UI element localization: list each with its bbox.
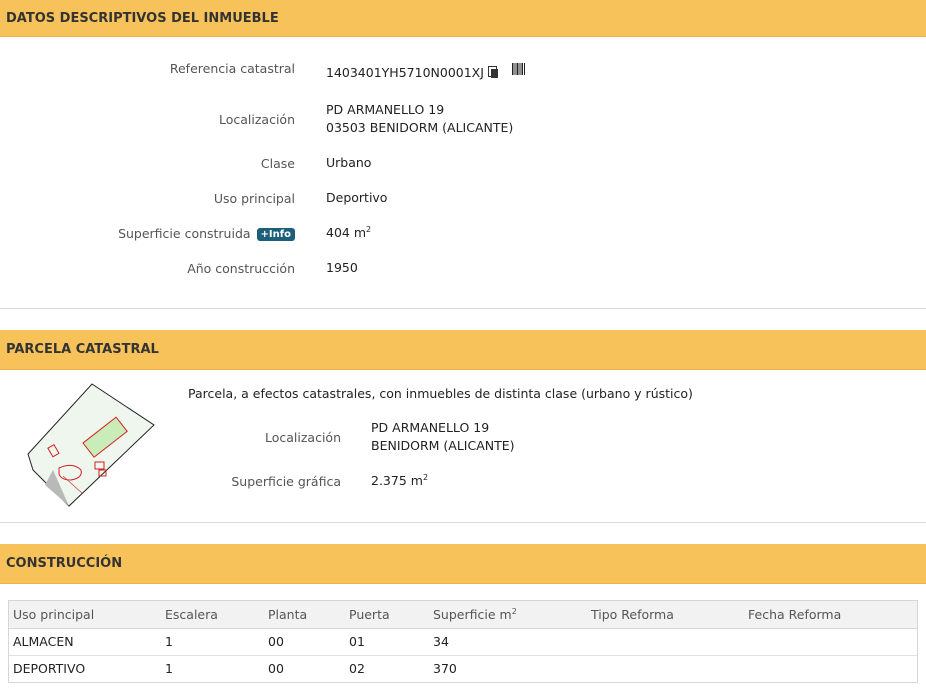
cell-tipo-reforma — [587, 628, 744, 656]
ref-label: Referencia catastral — [169, 61, 295, 76]
parcela-sup-label: Superficie gráfica — [231, 474, 341, 489]
col-header-fecha-reforma: Fecha Reforma — [744, 601, 917, 629]
construccion-table: Uso principal Escalera Planta Puerta Sup… — [8, 600, 918, 683]
sup-value: 404 m2 — [326, 224, 371, 242]
section-header-parcela: PARCELA CATASTRAL — [0, 330, 926, 370]
section-header-construccion: CONSTRUCCIÓN — [0, 544, 926, 584]
copy-icon[interactable] — [487, 66, 499, 78]
parcela-sup-text: 2.375 m — [371, 473, 423, 488]
table-row: ALMACEN 1 00 01 34 — [9, 628, 917, 656]
section-header-datos: DATOS DESCRIPTIVOS DEL INMUEBLE — [0, 0, 926, 37]
clase-label: Clase — [260, 156, 295, 171]
cell-superficie: 34 — [429, 628, 587, 656]
parcela-description: Parcela, a efectos catastrales, con inmu… — [188, 386, 693, 401]
parcela-sup-value: 2.375 m2 — [371, 472, 428, 490]
col-header-escalera: Escalera — [161, 601, 264, 629]
parcel-map[interactable] — [25, 380, 157, 510]
loc-value: PD ARMANELLO 19 03503 BENIDORM (ALICANTE… — [326, 101, 513, 137]
col-header-uso: Uso principal — [9, 601, 161, 629]
col-header-tipo-reforma: Tipo Reforma — [587, 601, 744, 629]
table-row: DEPORTIVO 1 00 02 370 — [9, 655, 917, 682]
section1-divider — [0, 308, 926, 309]
section-title-datos: DATOS DESCRIPTIVOS DEL INMUEBLE — [6, 10, 279, 26]
cell-uso: DEPORTIVO — [13, 661, 86, 677]
section2-divider — [0, 522, 926, 523]
loc-label: Localización — [218, 112, 295, 127]
parcela-loc-line1: PD ARMANELLO 19 — [371, 420, 490, 435]
sup-unit-exponent: 2 — [366, 224, 372, 234]
ref-value: 1403401YH5710N0001XJ — [326, 64, 499, 82]
clase-value: Urbano — [326, 155, 372, 170]
parcela-sup-exponent: 2 — [422, 472, 429, 482]
cell-planta: 00 — [264, 628, 345, 656]
col-header-superficie: Superficie m2 — [429, 601, 587, 629]
cell-escalera: 1 — [161, 628, 264, 656]
cell-puerta: 01 — [345, 628, 429, 656]
cell-fecha-reforma — [744, 655, 917, 682]
col-header-puerta: Puerta — [345, 601, 429, 629]
cell-superficie: 370 — [433, 661, 457, 677]
parcela-loc-value: PD ARMANELLO 19 BENIDORM (ALICANTE) — [371, 419, 515, 455]
parcela-loc-line2: BENIDORM (ALICANTE) — [371, 438, 515, 453]
barcode-icon[interactable] — [512, 63, 526, 75]
anio-label: Año construcción — [187, 261, 295, 276]
cell-fecha-reforma — [744, 628, 917, 656]
loc-line1: PD ARMANELLO 19 — [326, 102, 445, 117]
col-header-superficie-exponent: 2 — [511, 606, 517, 616]
table-header-row: Uso principal Escalera Planta Puerta Sup… — [9, 601, 917, 629]
uso-label: Uso principal — [213, 191, 295, 206]
sup-label-text: Superficie construida — [118, 226, 251, 241]
uso-value: Deportivo — [326, 190, 388, 205]
sup-value-text: 404 m — [326, 225, 367, 240]
section-title-construccion: CONSTRUCCIÓN — [6, 556, 123, 571]
cell-tipo-reforma — [587, 655, 744, 682]
col-header-superficie-text: Superficie m — [433, 606, 512, 622]
anio-value: 1950 — [326, 260, 358, 275]
parcela-loc-label: Localización — [264, 430, 341, 445]
cell-puerta: 02 — [349, 661, 365, 677]
cell-uso: ALMACEN — [9, 628, 161, 656]
sup-label: Superficie construida +Info — [75, 226, 295, 241]
cell-planta: 00 — [268, 661, 284, 677]
loc-line2: 03503 BENIDORM (ALICANTE) — [326, 120, 514, 135]
info-button[interactable]: +Info — [256, 228, 295, 241]
section-title-parcela: PARCELA CATASTRAL — [6, 342, 159, 357]
ref-value-text[interactable]: 1403401YH5710N0001XJ — [326, 65, 484, 80]
cell-escalera: 1 — [165, 661, 173, 677]
col-header-planta: Planta — [264, 601, 345, 629]
